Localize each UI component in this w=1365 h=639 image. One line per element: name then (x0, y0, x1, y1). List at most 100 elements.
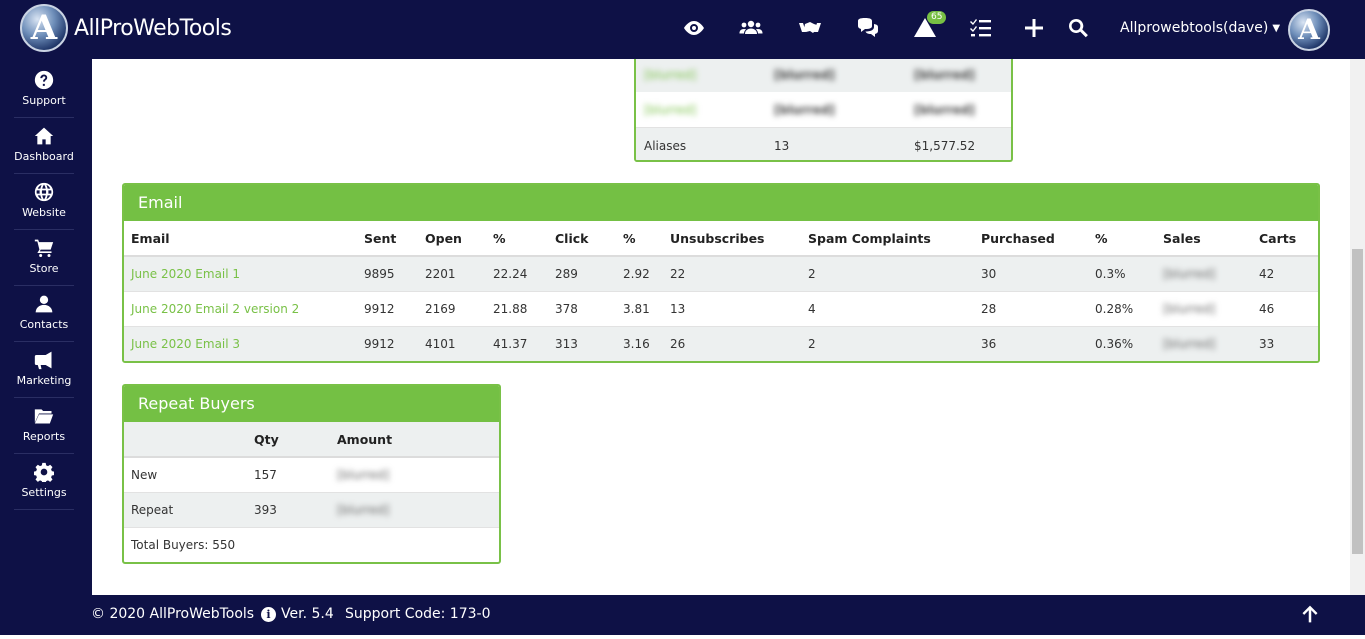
col-header[interactable]: % (616, 221, 663, 257)
sent-cell: 9912 (357, 290, 418, 326)
spam-cell: 4 (801, 290, 974, 326)
brand-name: AllProWebTools (74, 15, 232, 41)
handshake-icon[interactable] (796, 14, 824, 42)
version-info[interactable]: i Ver. 5.4 (261, 606, 334, 622)
buyer-type-cell: New (124, 456, 247, 492)
row-name[interactable]: [blurred] (644, 103, 696, 117)
table-row: New 157 [blurred] (124, 456, 499, 492)
sidebar-item-label: Contacts (19, 318, 69, 331)
col-header (124, 422, 247, 458)
col-header[interactable]: Open (418, 221, 486, 257)
col-header[interactable]: Unsubscribes (663, 221, 801, 257)
checklist-icon[interactable] (967, 14, 995, 42)
table-row: Aliases 13 $1,577.52 (636, 127, 1011, 160)
table-row: [blurred] [blurred] [blurred] (636, 59, 1011, 92)
email-link[interactable]: June 2020 Email 1 (124, 255, 357, 291)
carts-cell: 42 (1252, 255, 1318, 291)
sent-cell: 9895 (357, 255, 418, 291)
purchased-pct-cell: 0.28% (1088, 290, 1156, 326)
purchased-cell: 30 (974, 255, 1088, 291)
row-name[interactable]: [blurred] (644, 68, 696, 82)
user-menu-dropdown[interactable]: Allprowebtools(dave) ▼ (1120, 20, 1280, 36)
avatar[interactable] (1288, 9, 1330, 51)
sidebar-item-website[interactable]: Website (14, 174, 74, 230)
plus-icon[interactable] (1020, 14, 1048, 42)
amount-cell: [blurred] (330, 491, 499, 527)
scrollbar-thumb[interactable] (1352, 249, 1363, 554)
home-icon (34, 127, 54, 145)
sidebar-item-contacts[interactable]: Contacts (14, 286, 74, 342)
table-header-row: Email Sent Open % Click % Unsubscribes S… (124, 221, 1318, 257)
amount-cell: [blurred] (330, 456, 499, 492)
open-pct-cell: 21.88 (486, 290, 548, 326)
open-cell: 2169 (418, 290, 486, 326)
vertical-scrollbar[interactable] (1350, 59, 1365, 595)
sidebar-item-label: Dashboard (14, 150, 74, 163)
col-header[interactable]: % (1088, 221, 1156, 257)
comments-icon[interactable] (854, 14, 882, 42)
sidebar-item-dashboard[interactable]: Dashboard (14, 118, 74, 174)
info-icon: i (261, 606, 276, 622)
sidebar-item-label: Support (22, 94, 66, 107)
open-pct-cell: 41.37 (486, 325, 548, 361)
user-icon (35, 295, 53, 313)
arrow-up-icon[interactable] (1300, 604, 1320, 624)
col-header[interactable]: Sales (1156, 221, 1252, 257)
sales-value: [blurred] (1163, 336, 1216, 351)
col-header[interactable]: % (486, 221, 548, 257)
eye-icon[interactable] (680, 14, 708, 42)
sidebar-item-label: Reports (22, 430, 66, 443)
carts-cell: 46 (1252, 290, 1318, 326)
sidebar-item-settings[interactable]: Settings (14, 454, 74, 510)
carts-cell: 33 (1252, 325, 1318, 361)
col-header[interactable]: Spam Complaints (801, 221, 974, 257)
sidebar-item-label: Marketing (16, 374, 72, 387)
globe-icon (34, 182, 54, 202)
user-name: Allprowebtools(dave) (1120, 20, 1269, 36)
sidebar-item-label: Settings (21, 486, 67, 499)
chevron-down-icon: ▼ (1272, 22, 1281, 34)
table-row: Total Buyers: 550 (124, 526, 499, 562)
sidebar: Support Dashboard Website Store Contacts… (0, 59, 92, 595)
row-qty: [blurred] (774, 68, 835, 82)
users-icon[interactable] (737, 14, 765, 42)
summary-panel-partial: [blurred] [blurred] [blurred] [blurred] … (634, 59, 1013, 162)
search-icon[interactable] (1064, 14, 1092, 42)
click-pct-cell: 2.92 (616, 255, 663, 291)
col-header[interactable]: Sent (357, 221, 418, 257)
total-buyers: Total Buyers: 550 (124, 526, 499, 562)
sidebar-item-reports[interactable]: Reports (14, 398, 74, 454)
row-qty: 13 (774, 139, 790, 153)
col-header[interactable]: Email (124, 221, 357, 257)
sidebar-item-marketing[interactable]: Marketing (14, 342, 74, 398)
alert-bell-icon[interactable]: 65 (911, 11, 947, 42)
sales-cell: [blurred] (1156, 290, 1252, 326)
col-header[interactable]: Carts (1252, 221, 1318, 257)
folder-icon (34, 409, 54, 424)
sales-value: [blurred] (1163, 266, 1216, 281)
unsub-cell: 26 (663, 325, 801, 361)
row-amount: [blurred] (914, 103, 975, 117)
table-row: June 2020 Email 2 version 2 9912 2169 21… (124, 290, 1318, 326)
spam-cell: 2 (801, 325, 974, 361)
purchased-pct-cell: 0.36% (1088, 325, 1156, 361)
gear-icon (33, 462, 55, 484)
sidebar-item-support[interactable]: Support (14, 62, 74, 118)
col-header[interactable]: Click (548, 221, 616, 257)
purchased-cell: 28 (974, 290, 1088, 326)
email-link[interactable]: June 2020 Email 3 (124, 325, 357, 361)
row-name: Aliases (644, 139, 687, 153)
brand-logo[interactable]: AllProWebTools (20, 4, 232, 52)
repeat-buyers-table: Qty Amount New 157 [blurred] Repeat 393 … (124, 422, 499, 562)
panel-title: Email (124, 185, 1318, 221)
col-header[interactable]: Purchased (974, 221, 1088, 257)
copyright-text: © 2020 AllProWebTools (91, 606, 255, 622)
qty-cell: 157 (247, 456, 330, 492)
email-table: Email Sent Open % Click % Unsubscribes S… (124, 221, 1318, 361)
sidebar-item-store[interactable]: Store (14, 230, 74, 286)
table-row: June 2020 Email 3 9912 4101 41.37 313 3.… (124, 325, 1318, 361)
panel-title: Repeat Buyers (124, 386, 499, 422)
email-link[interactable]: June 2020 Email 2 version 2 (124, 290, 357, 326)
row-qty: [blurred] (774, 103, 835, 117)
megaphone-icon (34, 351, 52, 370)
